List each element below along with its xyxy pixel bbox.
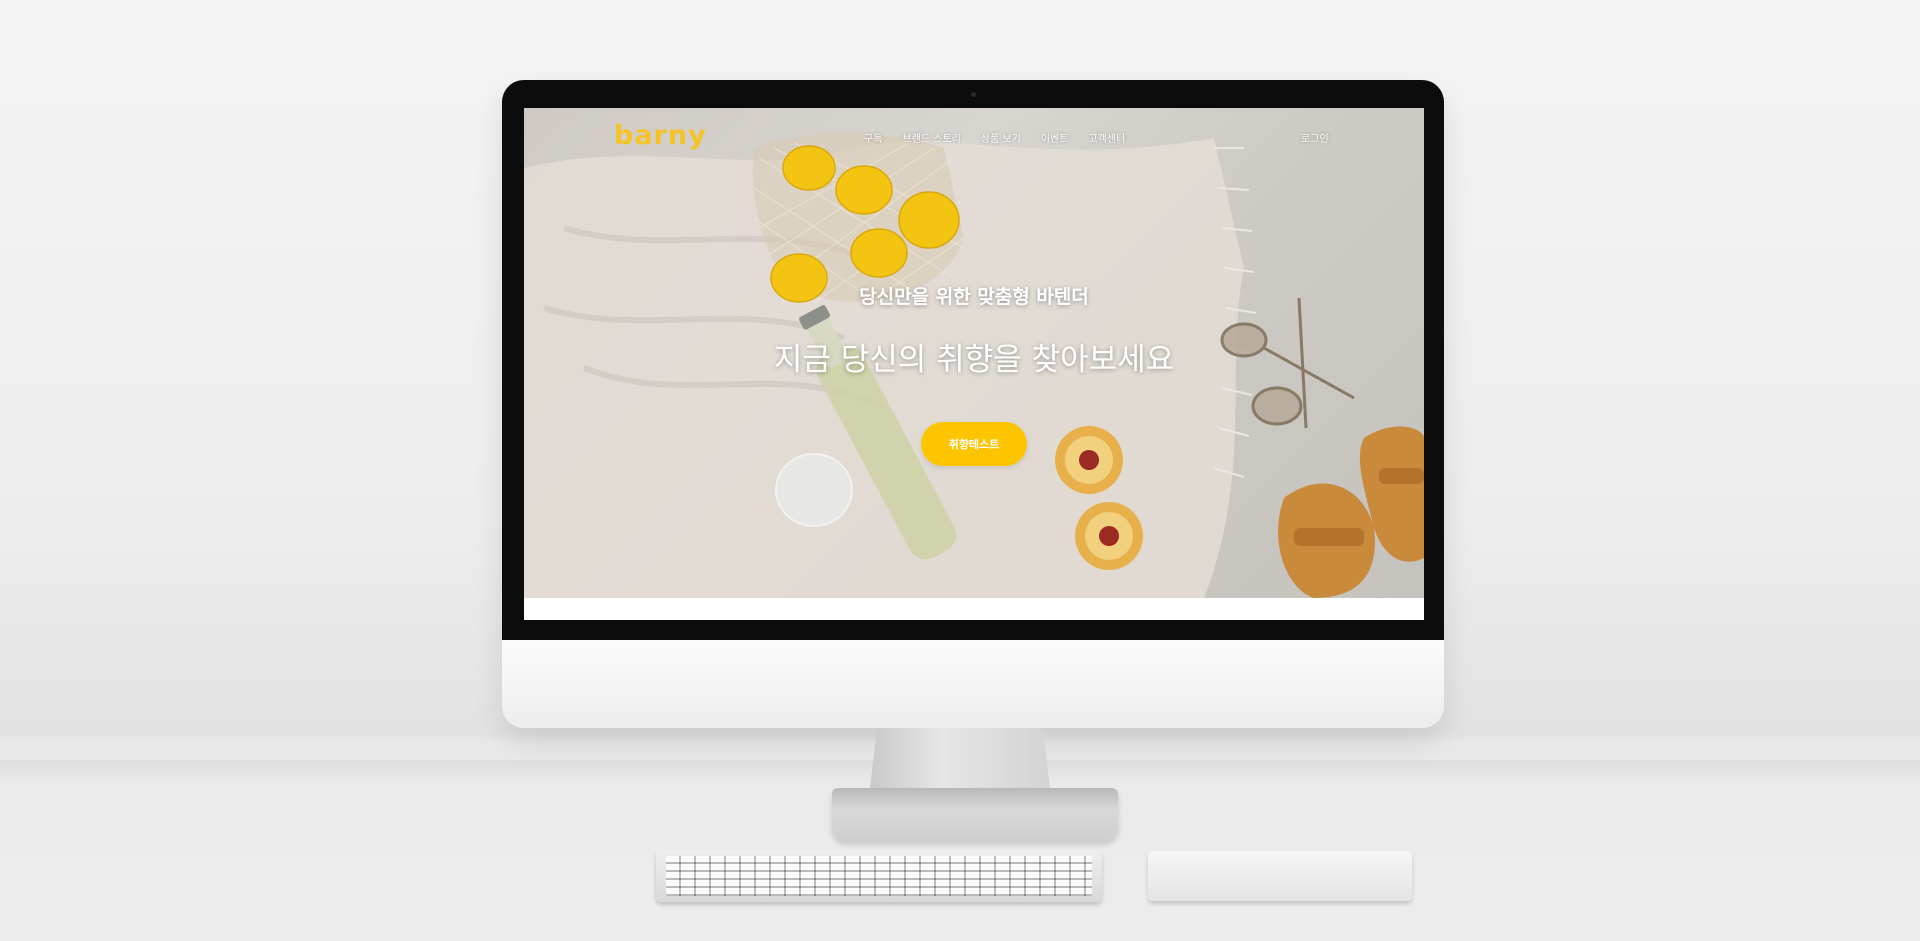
monitor-chin (502, 640, 1444, 728)
main-nav: 구독 브랜드 스토리 상품 보기 이벤트 고객센터 (864, 130, 1125, 145)
hero-subtitle: 당신만을 위한 맞춤형 바텐더 (859, 286, 1089, 308)
monitor-stand-base (832, 788, 1118, 841)
nav-item-products[interactable]: 상품 보기 (981, 130, 1021, 145)
hero-title: 지금 당신의 취향을 찾아보세요 (773, 342, 1175, 378)
trackpad (1148, 851, 1412, 901)
nav-item-events[interactable]: 이벤트 (1041, 130, 1069, 145)
taste-test-button[interactable]: 취향테스트 (921, 422, 1027, 466)
hero-section: barny 구독 브랜드 스토리 상품 보기 이벤트 고객센터 로그인 당신만을… (524, 108, 1424, 598)
desktop-monitor: barny 구독 브랜드 스토리 상품 보기 이벤트 고객센터 로그인 당신만을… (502, 80, 1444, 728)
monitor-stand (870, 728, 1050, 788)
nav-item-customer-center[interactable]: 고객센터 (1088, 130, 1125, 145)
nav-item-brand-story[interactable]: 브랜드 스토리 (902, 130, 960, 145)
brand-logo[interactable]: barny (614, 120, 707, 151)
keyboard (656, 850, 1102, 902)
camera-icon (971, 92, 976, 97)
login-link[interactable]: 로그인 (1301, 130, 1329, 145)
website-screen: barny 구독 브랜드 스토리 상품 보기 이벤트 고객센터 로그인 당신만을… (524, 108, 1424, 620)
nav-item-subscribe[interactable]: 구독 (864, 130, 882, 145)
monitor-bezel: barny 구독 브랜드 스토리 상품 보기 이벤트 고객센터 로그인 당신만을… (502, 80, 1444, 640)
keyboard-keys (666, 856, 1092, 896)
